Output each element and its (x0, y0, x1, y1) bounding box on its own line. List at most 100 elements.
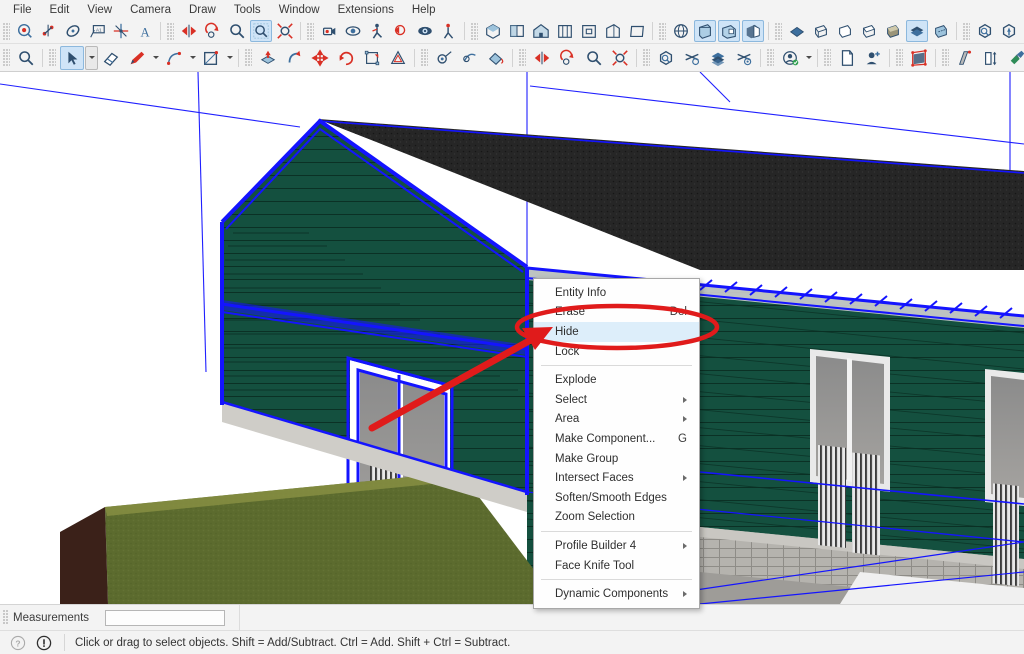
context-menu-item-area[interactable]: Area (534, 410, 699, 430)
left-view-icon[interactable] (602, 20, 624, 42)
standard-views-icon[interactable] (670, 20, 692, 42)
axes-icon[interactable] (110, 20, 132, 42)
toolbar-grip[interactable] (307, 22, 314, 40)
walk-icon[interactable] (366, 20, 388, 42)
rotate-view-tool-icon[interactable] (556, 46, 580, 70)
profile-builder-icon[interactable] (907, 46, 931, 70)
toolbar-grip[interactable] (167, 22, 174, 40)
toolbar-grip[interactable] (3, 49, 10, 66)
menu-item-edit[interactable]: Edit (41, 2, 79, 18)
style-monochrome-icon[interactable] (906, 20, 928, 42)
push-pull-tool-icon[interactable] (256, 46, 280, 70)
cleanup-icon[interactable] (680, 46, 704, 70)
layers-icon[interactable] (706, 46, 730, 70)
solid-tools-intersect-icon[interactable] (998, 20, 1020, 42)
measurements-grip[interactable] (3, 610, 9, 625)
context-menu-item-face-knife-tool[interactable]: Face Knife Tool (534, 556, 699, 576)
protractor-icon[interactable] (62, 20, 84, 42)
menu-item-view[interactable]: View (78, 2, 121, 18)
style-shaded-icon[interactable] (858, 20, 880, 42)
bottom-view-icon[interactable] (626, 20, 648, 42)
chevron-down-icon[interactable] (224, 47, 235, 69)
rectangle-tool-icon[interactable] (199, 46, 223, 70)
arc-tool-icon[interactable] (162, 46, 186, 70)
zoom-region-icon[interactable] (582, 46, 606, 70)
zoom-icon[interactable] (226, 20, 248, 42)
axes-point-icon[interactable] (38, 20, 60, 42)
move-tool-icon[interactable] (308, 46, 332, 70)
zoom-window-icon[interactable] (250, 20, 272, 42)
context-menu-item-select[interactable]: Select (534, 390, 699, 410)
3d-text-icon[interactable]: A (134, 20, 156, 42)
menu-item-file[interactable]: File (4, 2, 41, 18)
line-tool-icon[interactable] (125, 46, 149, 70)
chevron-down-icon[interactable] (803, 47, 814, 69)
top-view-icon[interactable] (506, 20, 528, 42)
toolbar-grip[interactable] (643, 49, 650, 66)
look-around-icon[interactable] (342, 20, 364, 42)
menu-item-tools[interactable]: Tools (225, 2, 270, 18)
iso-view-icon[interactable] (482, 20, 504, 42)
user-account-icon[interactable] (778, 46, 802, 70)
style-back-edges-icon[interactable] (930, 20, 952, 42)
menu-item-camera[interactable]: Camera (121, 2, 180, 18)
toolbar-grip[interactable] (519, 49, 526, 66)
style-xray-icon[interactable] (786, 20, 808, 42)
toolbar-grip[interactable] (245, 49, 252, 66)
toolbar-grip[interactable] (659, 22, 666, 40)
eraser-tool-icon[interactable] (99, 46, 123, 70)
profile-paint-icon[interactable] (1005, 46, 1024, 70)
front-view-icon[interactable] (530, 20, 552, 42)
zoom-extents-icon[interactable] (274, 20, 296, 42)
context-menu-item-profile-builder-4[interactable]: Profile Builder 4 (534, 536, 699, 556)
question-circle-icon[interactable]: ? (10, 635, 26, 651)
mirror-tool-icon[interactable] (530, 46, 554, 70)
text-label-icon[interactable]: A1 (86, 20, 108, 42)
right-view-icon[interactable] (554, 20, 576, 42)
position-camera-icon[interactable] (318, 20, 340, 42)
select-tool-icon[interactable] (60, 45, 84, 70)
scale-tool-icon[interactable] (360, 46, 384, 70)
menu-item-draw[interactable]: Draw (180, 2, 225, 18)
toolbar-grip[interactable] (775, 22, 782, 40)
display-section-fill-icon[interactable] (742, 20, 764, 42)
toolbar-grip[interactable] (3, 22, 10, 40)
info-circle-icon[interactable] (36, 635, 52, 651)
rotate-tool-icon[interactable] (334, 46, 358, 70)
context-menu-item-entity-info[interactable]: Entity Info (534, 283, 699, 303)
chevron-down-icon[interactable] (150, 47, 161, 69)
previous-view-icon[interactable] (390, 20, 412, 42)
profile-dimension-icon[interactable] (979, 46, 1003, 70)
context-menu-item-dynamic-components[interactable]: Dynamic Components (534, 584, 699, 604)
new-document-icon[interactable] (835, 46, 859, 70)
solid-tools-outer-shell-icon[interactable] (974, 20, 996, 42)
menu-item-extensions[interactable]: Extensions (329, 2, 403, 18)
style-hidden-line-icon[interactable] (834, 20, 856, 42)
back-view-icon[interactable] (578, 20, 600, 42)
toolbar-grip[interactable] (767, 49, 774, 66)
follow-me-tool-icon[interactable] (282, 46, 306, 70)
context-menu-item-soften-smooth-edges[interactable]: Soften/Smooth Edges (534, 488, 699, 508)
context-menu-item-intersect-faces[interactable]: Intersect Faces (534, 468, 699, 488)
style-wireframe-icon[interactable] (810, 20, 832, 42)
context-menu-item-make-component[interactable]: Make Component... G (534, 429, 699, 449)
offset-tool-icon[interactable] (386, 46, 410, 70)
toolbar-grip[interactable] (963, 22, 970, 40)
toolbar-grip[interactable] (824, 49, 831, 66)
context-menu-item-erase[interactable]: Erase Del (534, 303, 699, 323)
context-menu[interactable]: Entity Info Erase Del Hide Lock Explode Select… (533, 278, 700, 609)
chevron-down-icon[interactable] (85, 45, 98, 70)
toolbar-grip[interactable] (942, 49, 949, 66)
context-menu-item-make-group[interactable]: Make Group (534, 449, 699, 469)
context-menu-item-lock[interactable]: Lock (534, 342, 699, 362)
eye-target-icon[interactable] (414, 20, 436, 42)
walk-figure-icon[interactable] (438, 20, 460, 42)
paint-bucket-tool-icon[interactable] (484, 46, 508, 70)
style-shaded-texture-icon[interactable] (882, 20, 904, 42)
model-viewport[interactable] (0, 72, 1024, 604)
menu-item-help[interactable]: Help (403, 2, 445, 18)
tape-measure-tool-icon[interactable] (432, 46, 456, 70)
zoom-extents-tool-icon[interactable] (608, 46, 632, 70)
toolbar-grip[interactable] (896, 49, 903, 66)
orbit-point-icon[interactable] (14, 20, 36, 42)
